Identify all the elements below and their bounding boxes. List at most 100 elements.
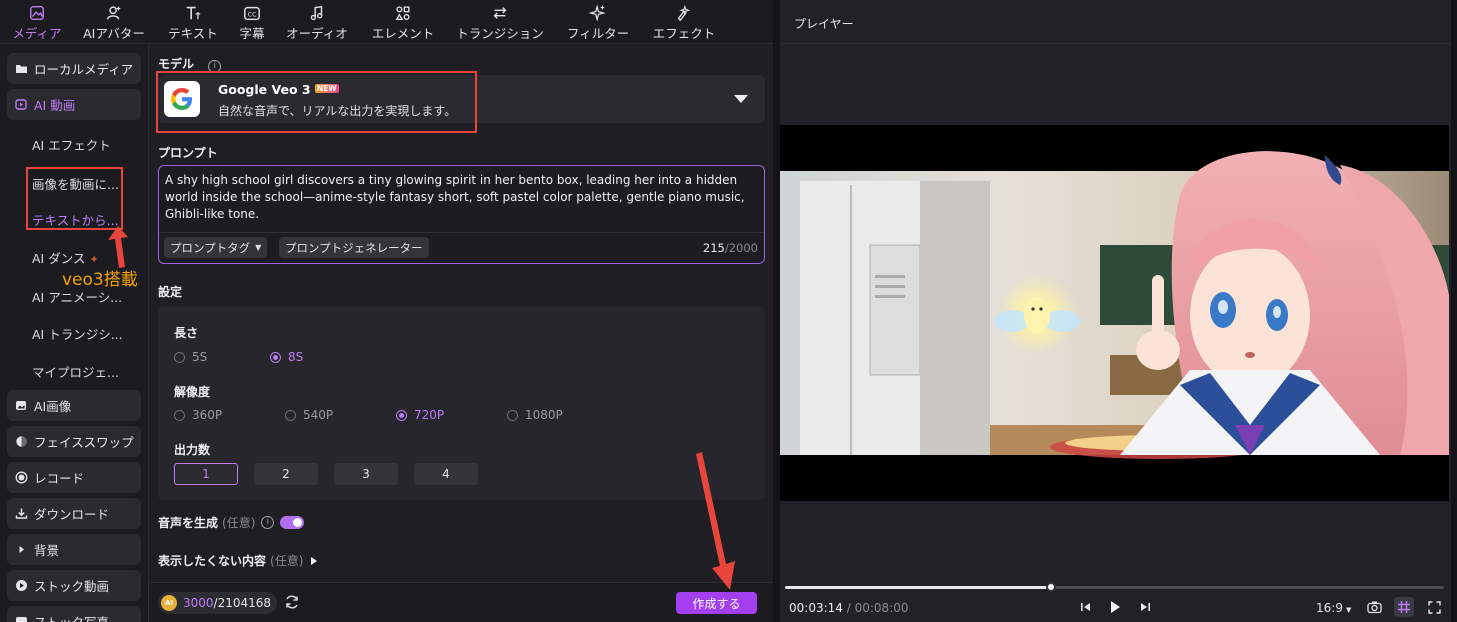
tab-transitions[interactable]: トランジション bbox=[452, 2, 548, 42]
output-count-3[interactable]: 3 bbox=[334, 463, 398, 485]
prompt-generator-button[interactable]: プロンプトジェネレーター bbox=[279, 237, 429, 258]
snapshot-button[interactable] bbox=[1366, 599, 1382, 615]
sidebar-item-record[interactable]: レコード bbox=[7, 462, 141, 493]
model-selector[interactable]: Google Veo 3 NEW 自然な音声で、リアルな出力を実現します。 bbox=[158, 75, 765, 123]
model-description: 自然な音声で、リアルな出力を実現します。 bbox=[218, 104, 457, 118]
radio-dot bbox=[174, 409, 185, 421]
media-sidebar: ローカルメディア AI 動画 AI エフェクト 画像を動画に... テキストから… bbox=[0, 44, 149, 622]
progress-fill bbox=[785, 586, 1052, 589]
info-icon[interactable]: i bbox=[261, 516, 275, 529]
download-icon bbox=[15, 507, 28, 520]
tab-ai-avatar[interactable]: AIアバター bbox=[78, 2, 150, 42]
prompt-text[interactable]: A shy high school girl discovers a tiny … bbox=[165, 172, 762, 223]
tab-text[interactable]: テキスト bbox=[162, 2, 224, 42]
coin-icon: AI bbox=[161, 595, 177, 611]
radio-dot bbox=[396, 409, 407, 421]
audio-toggle[interactable] bbox=[280, 516, 305, 529]
media-icon bbox=[29, 5, 45, 21]
prompt-section-label: プロンプト bbox=[158, 146, 218, 160]
sidebar-sub-ai-transition[interactable]: AI トランジシ... bbox=[32, 324, 123, 343]
toggle-knob bbox=[293, 518, 303, 527]
google-logo-icon bbox=[164, 81, 200, 117]
sidebar-item-stock-video[interactable]: ストック動画 bbox=[7, 570, 141, 601]
duration-5s-radio[interactable]: 5S bbox=[174, 350, 207, 364]
sidebar-item-download[interactable]: ダウンロード bbox=[7, 498, 141, 529]
tab-elements[interactable]: エレメント bbox=[367, 2, 439, 42]
duration-label: 長さ bbox=[174, 326, 199, 340]
duration-8s-radio[interactable]: 8S bbox=[270, 350, 303, 364]
tab-filters[interactable]: フィルター bbox=[562, 2, 634, 42]
model-section-label: モデル i bbox=[158, 55, 222, 73]
effect-icon bbox=[677, 4, 691, 22]
tab-captions[interactable]: CC 字幕 bbox=[234, 2, 270, 42]
tab-audio[interactable]: オーディオ bbox=[282, 2, 352, 42]
avatar-icon bbox=[106, 6, 121, 20]
prev-frame-button[interactable] bbox=[1079, 600, 1093, 614]
record-icon bbox=[15, 471, 28, 484]
next-frame-button[interactable] bbox=[1138, 600, 1152, 614]
next-frame-icon bbox=[1141, 603, 1150, 611]
video-frame-illustration bbox=[780, 125, 1449, 501]
fullscreen-button[interactable] bbox=[1426, 599, 1442, 615]
prompt-char-count: 215/2000 bbox=[702, 241, 758, 255]
sidebar-item-local-media[interactable]: ローカルメディア bbox=[7, 53, 141, 84]
play-button[interactable] bbox=[1107, 599, 1123, 615]
player-panel: プレイヤー 00:03:14 / 00:08:00 16:9 ▼ bbox=[780, 0, 1451, 622]
chevron-down-icon: ▼ bbox=[1345, 606, 1352, 614]
prompt-divider bbox=[159, 232, 764, 233]
sidebar-sub-my-projects[interactable]: マイプロジェ... bbox=[32, 362, 119, 381]
sidebar-item-ai-image[interactable]: AI画像 bbox=[7, 390, 141, 421]
caret-right-icon bbox=[311, 556, 318, 565]
resolution-label: 解像度 bbox=[174, 385, 211, 399]
face-swap-icon bbox=[15, 435, 28, 448]
output-count-4[interactable]: 4 bbox=[414, 463, 478, 485]
camera-icon bbox=[1366, 601, 1382, 614]
play-icon bbox=[1111, 601, 1120, 613]
resolution-1080p-radio[interactable]: 1080P bbox=[507, 408, 563, 422]
info-icon[interactable]: i bbox=[208, 60, 222, 73]
chevron-down-icon: ▼ bbox=[255, 243, 262, 252]
progress-handle[interactable] bbox=[1046, 582, 1057, 592]
grid-button[interactable] bbox=[1394, 597, 1414, 617]
radio-dot bbox=[507, 409, 518, 421]
player-header: プレイヤー bbox=[780, 0, 1451, 44]
dropdown-arrow-icon[interactable] bbox=[734, 95, 748, 103]
time-display: 00:03:14 / 00:08:00 bbox=[789, 601, 909, 615]
negative-content-toggle[interactable]: 表示したくない内容 (任意) bbox=[158, 552, 318, 569]
sidebar-sub-image-to-video[interactable]: 画像を動画に... bbox=[32, 174, 119, 193]
text-icon bbox=[186, 6, 201, 20]
radio-dot bbox=[174, 351, 185, 363]
output-count-1[interactable]: 1 bbox=[174, 463, 238, 485]
aspect-ratio-select[interactable]: 16:9 ▼ bbox=[1316, 601, 1351, 615]
folder-icon bbox=[15, 62, 28, 75]
create-button[interactable]: 作成する bbox=[676, 592, 757, 614]
credits-badge: AI 3000/2104168 bbox=[158, 592, 278, 614]
sidebar-item-stock-photo[interactable]: ストック写真 bbox=[7, 606, 141, 622]
prompt-input[interactable]: A shy high school girl discovers a tiny … bbox=[158, 165, 765, 264]
settings-section-label: 設定 bbox=[158, 285, 183, 299]
prev-frame-icon bbox=[1081, 603, 1090, 611]
sparkle-icon bbox=[588, 4, 606, 22]
sidebar-item-face-swap[interactable]: フェイススワップ bbox=[7, 426, 141, 457]
resolution-360p-radio[interactable]: 360P bbox=[174, 408, 222, 422]
ai-video-icon bbox=[15, 98, 28, 111]
editor-panel: メディア AIアバター テキスト CC 字幕 オーディオ エレメント トランジシ… bbox=[0, 0, 773, 622]
resolution-720p-radio[interactable]: 720P bbox=[396, 408, 444, 422]
progress-track[interactable] bbox=[785, 582, 1444, 592]
output-count-2[interactable]: 2 bbox=[254, 463, 318, 485]
refresh-icon[interactable] bbox=[284, 594, 300, 613]
photo-icon bbox=[15, 615, 28, 622]
tab-effects[interactable]: エフェクト bbox=[648, 2, 720, 42]
video-preview[interactable] bbox=[780, 125, 1449, 501]
generate-bar: AI 3000/2104168 作成する bbox=[149, 582, 773, 622]
sidebar-sub-ai-effect[interactable]: AI エフェクト bbox=[32, 135, 111, 154]
sidebar-item-background[interactable]: 背景 bbox=[7, 534, 141, 565]
prompt-tag-button[interactable]: プロンプトタグ ▼ bbox=[164, 237, 268, 258]
resolution-540p-radio[interactable]: 540P bbox=[285, 408, 333, 422]
audio-generate-row: 音声を生成 (任意) i bbox=[158, 514, 305, 531]
sidebar-item-ai-video[interactable]: AI 動画 bbox=[7, 89, 141, 120]
transition-icon bbox=[493, 7, 507, 19]
svg-text:CC: CC bbox=[248, 12, 257, 19]
tab-media[interactable]: メディア bbox=[10, 2, 64, 42]
radio-dot bbox=[285, 409, 296, 421]
